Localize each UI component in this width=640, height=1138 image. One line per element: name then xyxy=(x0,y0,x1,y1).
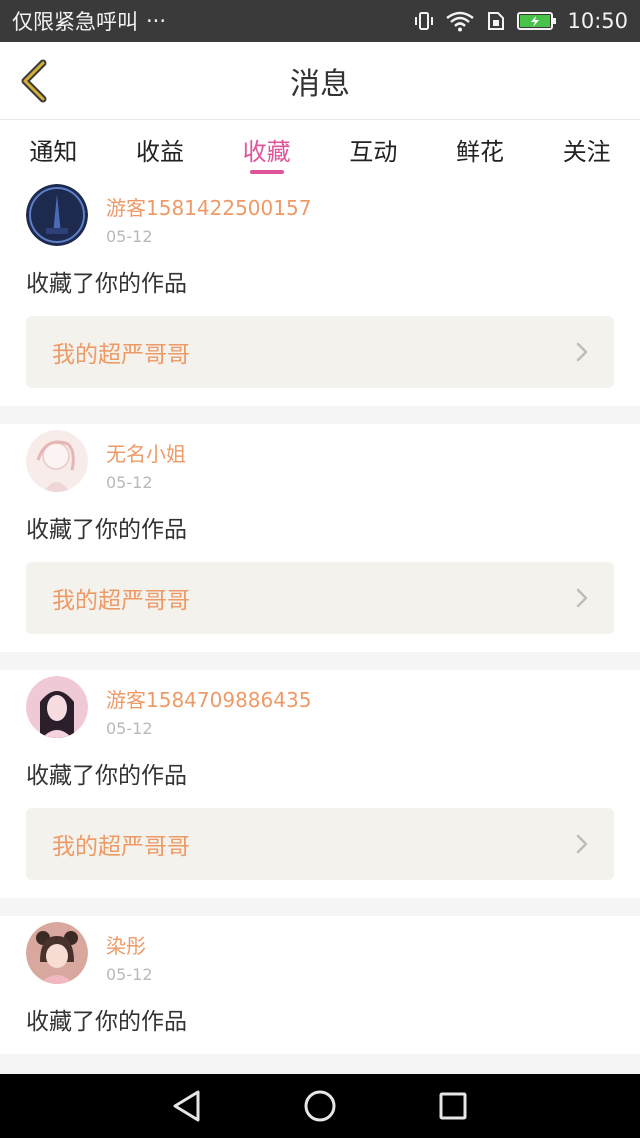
message-card: 染彤 05-12 收藏了你的作品 xyxy=(0,916,640,1054)
status-right: 10:50 xyxy=(413,9,628,33)
tab-earnings[interactable]: 收益 xyxy=(107,120,214,178)
tab-favorites[interactable]: 收藏 xyxy=(213,120,320,178)
message-date: 05-12 xyxy=(106,227,153,246)
user-name[interactable]: 无名小姐 xyxy=(106,438,186,467)
message-date: 05-12 xyxy=(106,473,153,492)
system-nav-bar xyxy=(0,1074,640,1138)
carrier-text: 仅限紧急呼叫 xyxy=(12,10,138,34)
vibrate-icon xyxy=(413,10,435,32)
work-title: 我的超严哥哥 xyxy=(52,588,190,614)
status-bar: 仅限紧急呼叫 ··· 10:50 xyxy=(0,0,640,42)
triangle-back-icon xyxy=(173,1090,200,1122)
card-meta: 游客1581422500157 05-12 xyxy=(106,184,311,246)
nav-recents-button[interactable] xyxy=(433,1086,473,1126)
tab-notifications[interactable]: 通知 xyxy=(0,120,107,178)
wifi-icon xyxy=(445,10,475,32)
user-name[interactable]: 游客1581422500157 xyxy=(106,192,311,221)
header: 消息 xyxy=(0,42,640,120)
avatar[interactable] xyxy=(26,430,88,492)
status-left: 仅限紧急呼叫 ··· xyxy=(12,6,166,36)
chevron-right-icon xyxy=(572,342,592,362)
chevron-right-icon xyxy=(572,834,592,854)
card-header: 无名小姐 05-12 xyxy=(26,430,614,492)
message-card: 游客1584709886435 05-12 收藏了你的作品 我的超严哥哥 xyxy=(0,670,640,898)
message-feed[interactable]: 游客1581422500157 05-12 收藏了你的作品 我的超严哥哥 无名小… xyxy=(0,178,640,1074)
nav-back-button[interactable] xyxy=(167,1086,207,1126)
card-header: 染彤 05-12 xyxy=(26,922,614,984)
card-header: 游客1584709886435 05-12 xyxy=(26,676,614,738)
tab-following[interactable]: 关注 xyxy=(533,120,640,178)
work-link[interactable]: 我的超严哥哥 xyxy=(26,316,614,388)
card-meta: 无名小姐 05-12 xyxy=(106,430,186,492)
action-text: 收藏了你的作品 xyxy=(26,763,187,789)
chevron-left-icon xyxy=(21,59,47,103)
card-header: 游客1581422500157 05-12 xyxy=(26,184,614,246)
work-title: 我的超严哥哥 xyxy=(52,834,190,860)
page-title: 消息 xyxy=(290,66,350,102)
user-name[interactable]: 染彤 xyxy=(106,930,153,959)
tab-flowers[interactable]: 鲜花 xyxy=(427,120,534,178)
work-title: 我的超严哥哥 xyxy=(52,342,190,368)
action-text: 收藏了你的作品 xyxy=(26,1009,187,1035)
avatar[interactable] xyxy=(26,922,88,984)
action-text: 收藏了你的作品 xyxy=(26,517,187,543)
avatar[interactable] xyxy=(26,676,88,738)
sim-icon xyxy=(485,10,507,32)
clock: 10:50 xyxy=(567,9,628,33)
card-meta: 染彤 05-12 xyxy=(106,922,153,984)
chevron-right-icon xyxy=(572,588,592,608)
square-recents-icon xyxy=(439,1092,467,1120)
battery-charging-icon xyxy=(517,10,557,32)
nav-home-button[interactable] xyxy=(300,1086,340,1126)
message-card: 游客1581422500157 05-12 收藏了你的作品 我的超严哥哥 xyxy=(0,178,640,406)
work-link[interactable]: 我的超严哥哥 xyxy=(26,562,614,634)
work-link[interactable]: 我的超严哥哥 xyxy=(26,808,614,880)
message-date: 05-12 xyxy=(106,965,153,984)
message-card: 无名小姐 05-12 收藏了你的作品 我的超严哥哥 xyxy=(0,424,640,652)
action-text: 收藏了你的作品 xyxy=(26,271,187,297)
avatar[interactable] xyxy=(26,184,88,246)
card-meta: 游客1584709886435 05-12 xyxy=(106,676,311,738)
more-indicator: ··· xyxy=(146,9,167,33)
user-name[interactable]: 游客1584709886435 xyxy=(106,684,311,713)
message-date: 05-12 xyxy=(106,719,153,738)
tab-bar: 通知 收益 收藏 互动 鲜花 关注 xyxy=(0,120,640,178)
circle-home-icon xyxy=(304,1090,336,1122)
tab-interactions[interactable]: 互动 xyxy=(320,120,427,178)
back-button[interactable] xyxy=(14,58,54,104)
